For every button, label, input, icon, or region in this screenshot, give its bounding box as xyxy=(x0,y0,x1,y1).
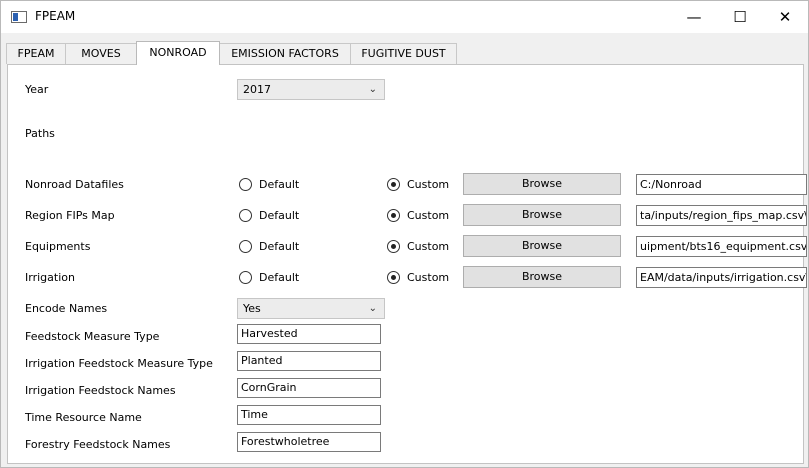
radio-unchecked-icon xyxy=(239,239,252,253)
forestry-feedstock-names-label: Forestry Feedstock Names xyxy=(25,438,171,451)
nonroad-datafiles-path-input[interactable]: C:/Nonroad xyxy=(636,174,807,195)
default-label: Default xyxy=(259,270,300,284)
irrigation-browse-button[interactable]: Browse xyxy=(463,266,621,288)
irrigation-feedstock-names-input[interactable]: CornGrain xyxy=(237,378,381,398)
region-fips-map-default-radio[interactable]: Default xyxy=(239,207,299,223)
irrigation-feedstock-measure-type-label: Irrigation Feedstock Measure Type xyxy=(25,357,213,370)
chevron-down-icon: ⌄ xyxy=(368,84,377,95)
encode-names-value: Yes xyxy=(243,302,261,315)
feedstock-measure-type-input[interactable]: Harvested xyxy=(237,324,381,344)
nonroad-datafiles-label: Nonroad Datafiles xyxy=(25,178,124,191)
equipments-label: Equipments xyxy=(25,240,91,253)
forestry-feedstock-names-input[interactable]: Forestwholetree xyxy=(237,432,381,452)
custom-label: Custom xyxy=(407,177,450,191)
region-fips-map-browse-button[interactable]: Browse xyxy=(463,204,621,226)
radio-unchecked-icon xyxy=(239,208,252,222)
nonroad-datafiles-browse-button[interactable]: Browse xyxy=(463,173,621,195)
paths-heading: Paths xyxy=(25,127,55,140)
equipments-default-radio[interactable]: Default xyxy=(239,238,299,254)
custom-label: Custom xyxy=(407,208,450,222)
tab-moves[interactable]: MOVES xyxy=(65,43,137,64)
radio-unchecked-icon xyxy=(239,270,252,284)
irrigation-path-input[interactable]: EAM/data/inputs/irrigation.csv\" xyxy=(636,267,807,288)
year-label: Year xyxy=(25,83,49,96)
radio-checked-icon xyxy=(387,177,400,191)
app-window: FPEAM — ☐ ✕ FPEAM MOVES NONROAD EMISSION… xyxy=(0,0,809,468)
nonroad-panel: Year 2017 ⌄ Paths Nonroad Datafiles Defa… xyxy=(7,64,807,464)
tab-fugitive-dust[interactable]: FUGITIVE DUST xyxy=(350,43,457,64)
tab-fpeam[interactable]: FPEAM xyxy=(6,43,66,64)
region-fips-map-path-input[interactable]: ta/inputs/region_fips_map.csv\" xyxy=(636,205,807,226)
year-select[interactable]: 2017 ⌄ xyxy=(237,79,385,100)
close-button[interactable]: ✕ xyxy=(762,1,808,33)
time-resource-name-label: Time Resource Name xyxy=(25,411,142,424)
encode-names-select[interactable]: Yes ⌄ xyxy=(237,298,385,319)
irrigation-default-radio[interactable]: Default xyxy=(239,269,299,285)
tab-nonroad[interactable]: NONROAD xyxy=(136,41,220,65)
equipments-custom-radio[interactable]: Custom xyxy=(387,238,449,254)
tab-emission-factors[interactable]: EMISSION FACTORS xyxy=(219,43,351,64)
radio-checked-icon xyxy=(387,208,400,222)
region-fips-map-custom-radio[interactable]: Custom xyxy=(387,207,449,223)
radio-checked-icon xyxy=(387,239,400,253)
tab-bar: FPEAM MOVES NONROAD EMISSION FACTORS FUG… xyxy=(1,41,808,65)
default-label: Default xyxy=(259,177,300,191)
radio-checked-icon xyxy=(387,270,400,284)
year-value: 2017 xyxy=(243,83,271,96)
nonroad-datafiles-custom-radio[interactable]: Custom xyxy=(387,176,449,192)
irrigation-custom-radio[interactable]: Custom xyxy=(387,269,449,285)
chevron-down-icon: ⌄ xyxy=(368,303,377,314)
equipments-path-input[interactable]: uipment/bts16_equipment.csv\" xyxy=(636,236,807,257)
default-label: Default xyxy=(259,208,300,222)
radio-unchecked-icon xyxy=(239,177,252,191)
irrigation-label: Irrigation xyxy=(25,271,75,284)
time-resource-name-input[interactable]: Time xyxy=(237,405,381,425)
equipments-browse-button[interactable]: Browse xyxy=(463,235,621,257)
maximize-button[interactable]: ☐ xyxy=(717,1,763,33)
minimize-button[interactable]: — xyxy=(671,1,717,33)
irrigation-feedstock-measure-type-input[interactable]: Planted xyxy=(237,351,381,371)
region-fips-map-label: Region FIPs Map xyxy=(25,209,115,222)
title-bar: FPEAM — ☐ ✕ xyxy=(1,1,808,33)
encode-names-label: Encode Names xyxy=(25,302,108,315)
nonroad-datafiles-default-radio[interactable]: Default xyxy=(239,176,299,192)
custom-label: Custom xyxy=(407,239,450,253)
feedstock-measure-type-label: Feedstock Measure Type xyxy=(25,330,160,343)
custom-label: Custom xyxy=(407,270,450,284)
window-title: FPEAM xyxy=(35,9,76,23)
irrigation-feedstock-names-label: Irrigation Feedstock Names xyxy=(25,384,176,397)
default-label: Default xyxy=(259,239,300,253)
app-icon xyxy=(11,11,27,23)
